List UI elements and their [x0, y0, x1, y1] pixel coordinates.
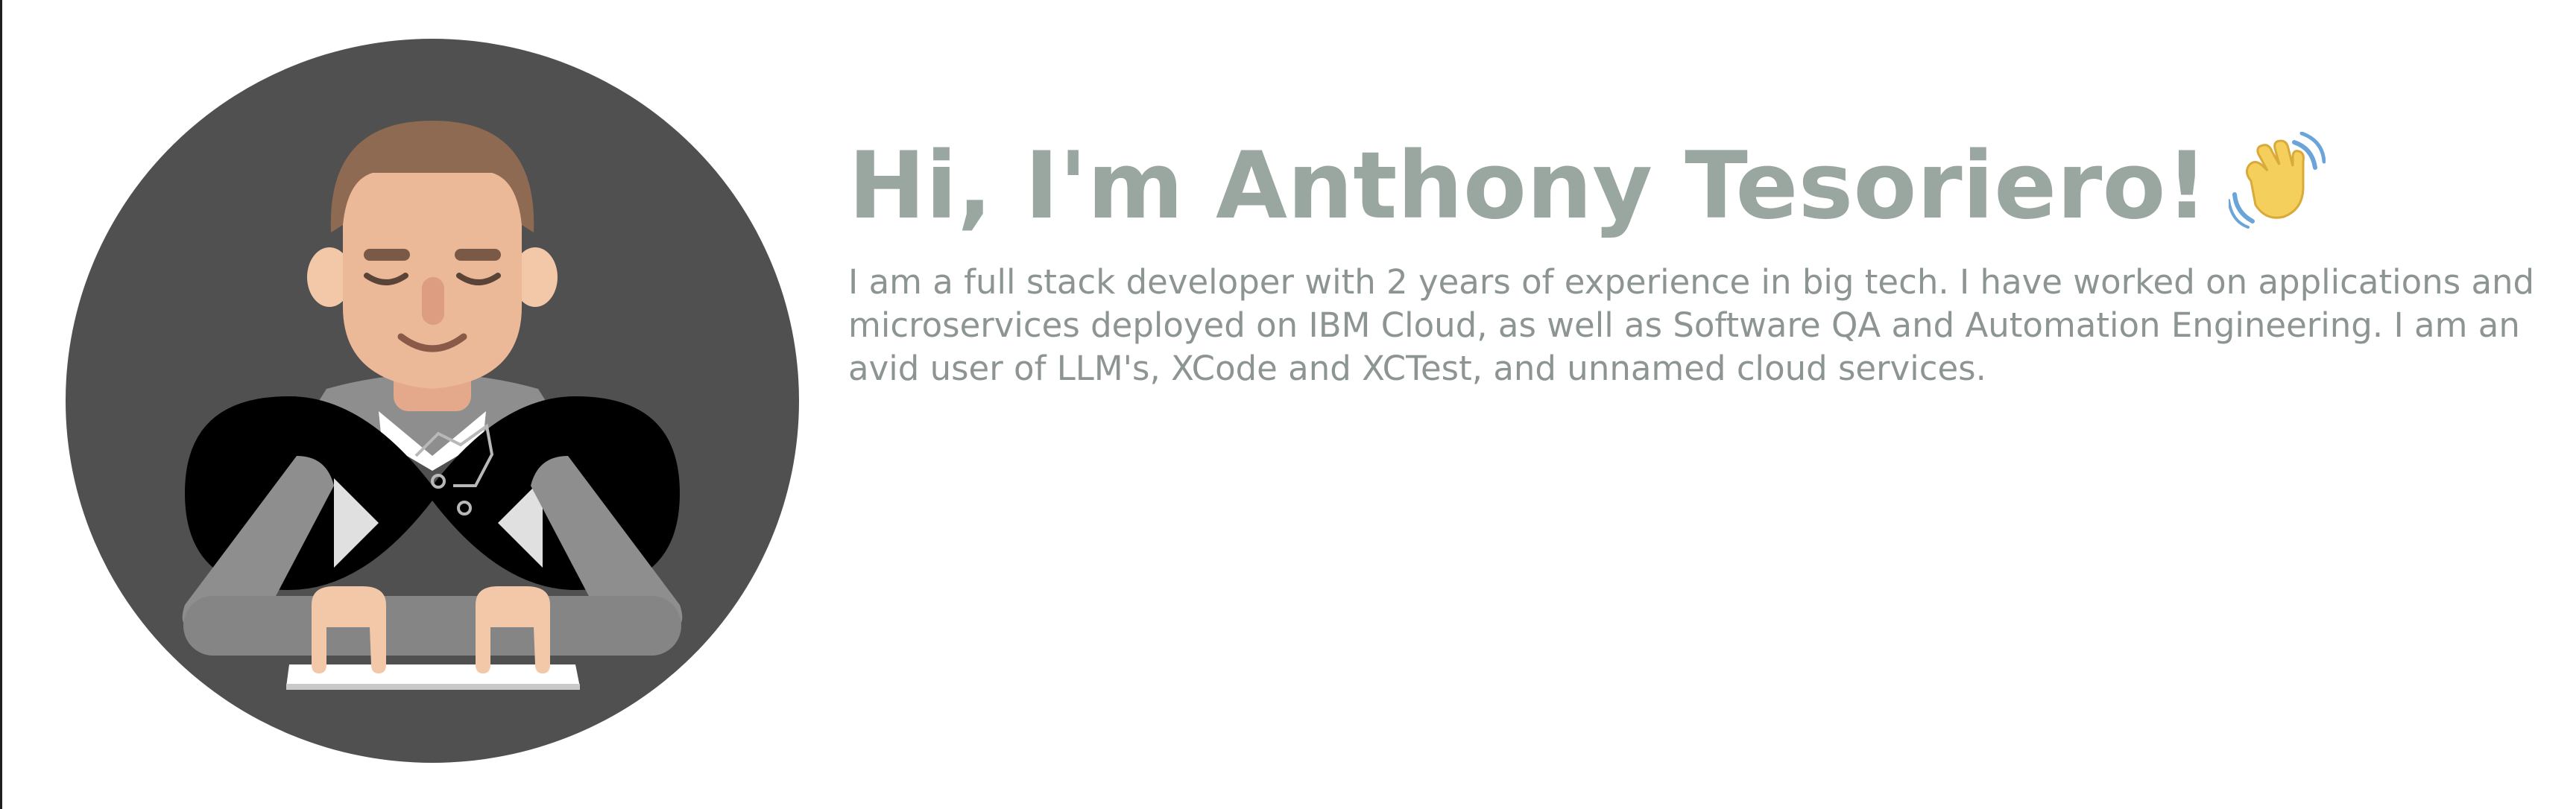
developer-avatar-icon: [66, 39, 799, 763]
intro: Hi, I'm Anthony Tesoriero! I am a full s…: [848, 127, 2563, 390]
left-border: [0, 0, 2, 809]
page-title: Hi, I'm Anthony Tesoriero!: [848, 127, 2563, 246]
waving-hand-icon: [2227, 131, 2326, 229]
avatar: [66, 39, 799, 763]
hero-section: Hi, I'm Anthony Tesoriero! I am a full s…: [0, 0, 2576, 809]
bio-text: I am a full stack developer with 2 years…: [848, 262, 2535, 388]
greeting-text: Hi, I'm Anthony Tesoriero!: [848, 133, 2209, 240]
